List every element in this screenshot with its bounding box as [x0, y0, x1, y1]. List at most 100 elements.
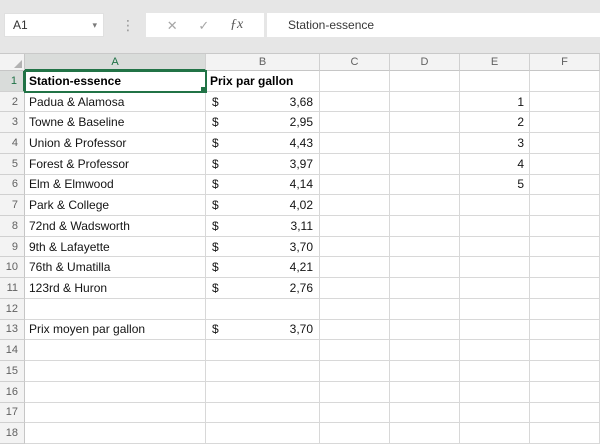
cell-F14[interactable] — [530, 340, 600, 362]
cell-E10[interactable] — [460, 257, 530, 279]
cell-F8[interactable] — [530, 216, 600, 237]
cell-E15[interactable] — [460, 361, 530, 382]
cell-B15[interactable] — [206, 361, 320, 382]
cell-F4[interactable] — [530, 133, 600, 154]
cell-C3[interactable] — [320, 112, 390, 134]
cell-E9[interactable] — [460, 236, 530, 258]
cell-C14[interactable] — [320, 340, 390, 362]
cell-E8[interactable] — [460, 216, 530, 237]
row-header-12[interactable]: 12 — [0, 298, 25, 320]
name-box-dropdown-icon[interactable]: ▾ — [92, 20, 97, 31]
column-header-A[interactable]: A — [25, 54, 206, 71]
cell-A17[interactable] — [25, 402, 206, 424]
cell-E11[interactable] — [460, 278, 530, 299]
cell-D13[interactable] — [390, 319, 460, 341]
cell-B4[interactable]: $4,43 — [206, 133, 320, 154]
cell-A7[interactable]: Park & College — [25, 195, 206, 217]
cell-A18[interactable] — [25, 423, 206, 444]
cell-E17[interactable] — [460, 402, 530, 424]
cell-D8[interactable] — [390, 216, 460, 237]
cell-B18[interactable] — [206, 423, 320, 444]
row-header-9[interactable]: 9 — [0, 236, 25, 258]
cell-C8[interactable] — [320, 216, 390, 237]
cell-A13[interactable]: Prix moyen par gallon — [25, 319, 206, 341]
cell-D16[interactable] — [390, 381, 460, 403]
cell-D17[interactable] — [390, 402, 460, 424]
cell-F12[interactable] — [530, 298, 600, 320]
row-header-13[interactable]: 13 — [0, 319, 25, 341]
cell-C15[interactable] — [320, 361, 390, 382]
cell-D4[interactable] — [390, 133, 460, 154]
cell-A12[interactable] — [25, 298, 206, 320]
cell-C11[interactable] — [320, 278, 390, 299]
cell-C18[interactable] — [320, 423, 390, 444]
insert-function-icon[interactable]: ƒx — [230, 18, 243, 32]
cell-E4[interactable]: 3 — [460, 133, 530, 154]
cell-D14[interactable] — [390, 340, 460, 362]
cell-D5[interactable] — [390, 153, 460, 175]
cell-C10[interactable] — [320, 257, 390, 279]
enter-icon[interactable]: ✓ — [198, 19, 209, 32]
cell-D10[interactable] — [390, 257, 460, 279]
cell-E13[interactable] — [460, 319, 530, 341]
column-header-E[interactable]: E — [460, 54, 530, 71]
cell-C2[interactable] — [320, 91, 390, 113]
cell-D15[interactable] — [390, 361, 460, 382]
cancel-icon[interactable]: ✕ — [167, 19, 178, 32]
row-header-1[interactable]: 1 — [0, 71, 25, 92]
cell-D2[interactable] — [390, 91, 460, 113]
cell-E16[interactable] — [460, 381, 530, 403]
cell-A3[interactable]: Towne & Baseline — [25, 112, 206, 134]
row-header-2[interactable]: 2 — [0, 91, 25, 113]
cell-D9[interactable] — [390, 236, 460, 258]
cell-B7[interactable]: $4,02 — [206, 195, 320, 217]
cell-F9[interactable] — [530, 236, 600, 258]
row-header-11[interactable]: 11 — [0, 278, 25, 299]
cell-A9[interactable]: 9th & Lafayette — [25, 236, 206, 258]
cell-E2[interactable]: 1 — [460, 91, 530, 113]
row-header-15[interactable]: 15 — [0, 361, 25, 382]
cell-B14[interactable] — [206, 340, 320, 362]
cell-F18[interactable] — [530, 423, 600, 444]
cell-C1[interactable] — [320, 71, 390, 92]
row-header-16[interactable]: 16 — [0, 381, 25, 403]
cell-A6[interactable]: Elm & Elmwood — [25, 174, 206, 196]
cell-A2[interactable]: Padua & Alamosa — [25, 91, 206, 113]
cell-D6[interactable] — [390, 174, 460, 196]
cell-F3[interactable] — [530, 112, 600, 134]
row-header-4[interactable]: 4 — [0, 133, 25, 154]
cell-C9[interactable] — [320, 236, 390, 258]
cell-F7[interactable] — [530, 195, 600, 217]
cell-C7[interactable] — [320, 195, 390, 217]
cell-F16[interactable] — [530, 381, 600, 403]
cell-B9[interactable]: $3,70 — [206, 236, 320, 258]
cell-E3[interactable]: 2 — [460, 112, 530, 134]
column-header-B[interactable]: B — [206, 54, 320, 71]
cell-B10[interactable]: $4,21 — [206, 257, 320, 279]
name-box[interactable]: A1 ▾ — [4, 13, 104, 37]
cell-B17[interactable] — [206, 402, 320, 424]
row-header-3[interactable]: 3 — [0, 112, 25, 134]
cell-E14[interactable] — [460, 340, 530, 362]
cell-C16[interactable] — [320, 381, 390, 403]
cell-D3[interactable] — [390, 112, 460, 134]
cell-D11[interactable] — [390, 278, 460, 299]
cell-C6[interactable] — [320, 174, 390, 196]
column-header-C[interactable]: C — [320, 54, 390, 71]
cell-A16[interactable] — [25, 381, 206, 403]
column-header-D[interactable]: D — [390, 54, 460, 71]
column-header-F[interactable]: F — [530, 54, 600, 71]
cell-B12[interactable] — [206, 298, 320, 320]
fill-handle[interactable] — [200, 85, 205, 91]
cell-A4[interactable]: Union & Professor — [25, 133, 206, 154]
cell-B1[interactable]: Prix par gallon — [206, 71, 320, 92]
cell-B16[interactable] — [206, 381, 320, 403]
cell-A10[interactable]: 76th & Umatilla — [25, 257, 206, 279]
cell-D1[interactable] — [390, 71, 460, 92]
cell-F10[interactable] — [530, 257, 600, 279]
cell-A11[interactable]: 123rd & Huron — [25, 278, 206, 299]
cell-F17[interactable] — [530, 402, 600, 424]
row-header-14[interactable]: 14 — [0, 340, 25, 362]
cell-B8[interactable]: $3,11 — [206, 216, 320, 237]
cell-D7[interactable] — [390, 195, 460, 217]
